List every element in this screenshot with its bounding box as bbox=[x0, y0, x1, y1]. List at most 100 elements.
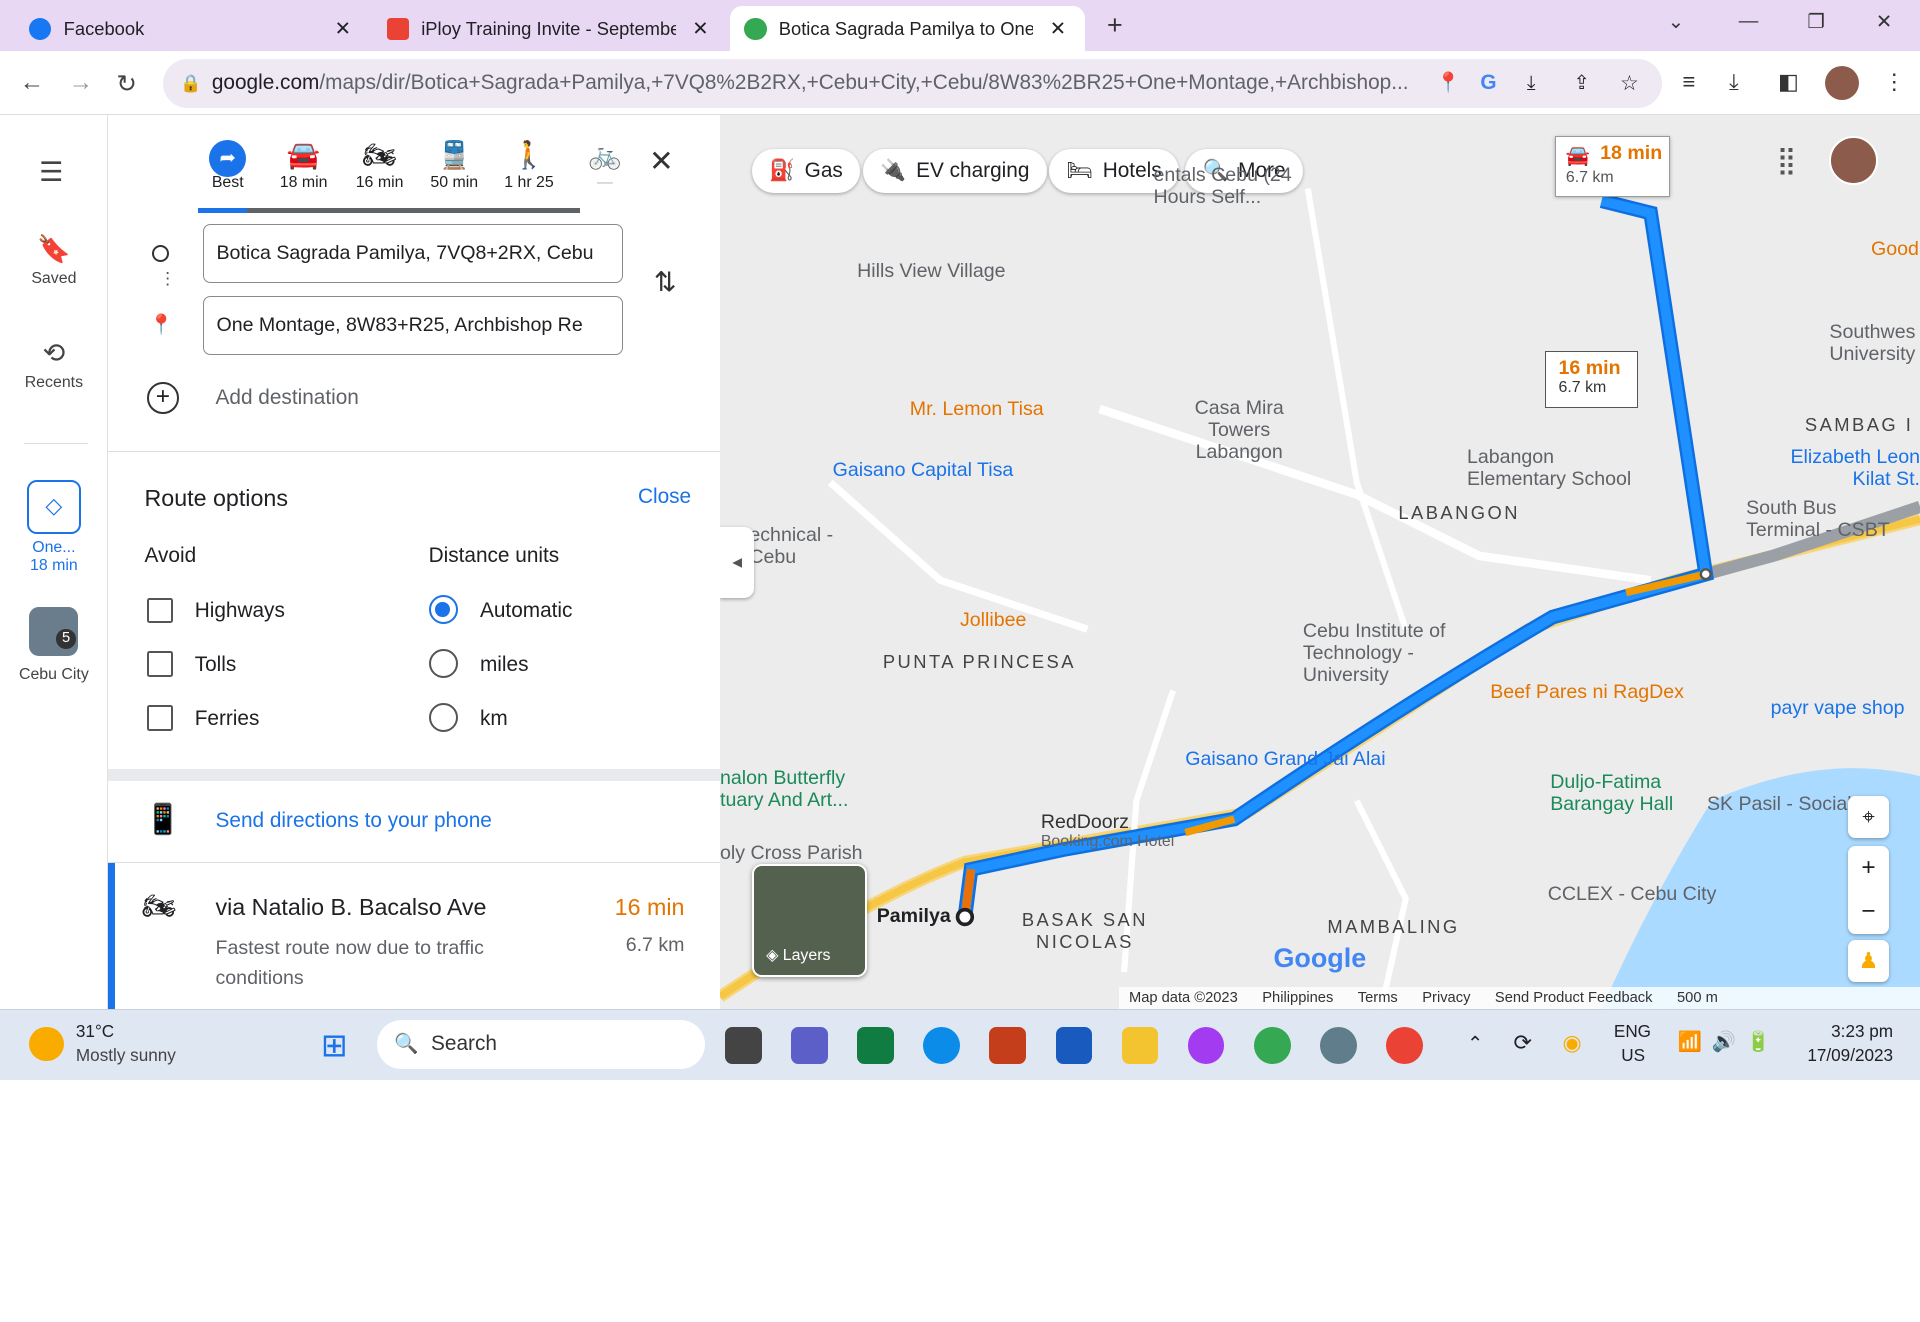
close-icon[interactable]: ✕ bbox=[331, 17, 355, 41]
poi-holy-cross[interactable]: oly Cross Parish bbox=[720, 842, 863, 865]
back-icon[interactable]: ← bbox=[20, 69, 44, 97]
zoom-in-button[interactable]: + bbox=[1848, 846, 1890, 890]
miles-radio[interactable] bbox=[428, 648, 458, 679]
chrome-icon[interactable] bbox=[1253, 1027, 1291, 1064]
excel-icon[interactable] bbox=[857, 1027, 894, 1064]
volume-icon[interactable]: 🔊 bbox=[1712, 1030, 1736, 1054]
collapse-panel-button[interactable]: ◂ bbox=[720, 526, 755, 598]
add-destination-link[interactable]: Add destination bbox=[216, 386, 359, 410]
clock-time[interactable]: 3:23 pm bbox=[1800, 1021, 1893, 1042]
mode-walk[interactable]: 🚶 1 hr 25 bbox=[495, 137, 564, 192]
pegman-icon[interactable]: ♟ bbox=[1847, 940, 1890, 983]
poi-sk-pasil[interactable]: SK Pasil - Social bbox=[1707, 793, 1852, 816]
region-label[interactable]: US bbox=[1621, 1045, 1645, 1066]
route-callout-car[interactable]: 🚘 18 min 6.7 km bbox=[1555, 135, 1671, 198]
restore-button[interactable]: ❐ bbox=[1807, 10, 1825, 34]
wifi-icon[interactable]: 📶 bbox=[1678, 1030, 1702, 1054]
region-link[interactable]: Philippines bbox=[1262, 987, 1333, 1009]
weather-desc[interactable]: Mostly sunny bbox=[76, 1045, 176, 1066]
poi-technical[interactable]: echnical - Cebu bbox=[749, 524, 859, 568]
layers-button[interactable]: ◈ Layers bbox=[751, 864, 867, 978]
new-tab-button[interactable]: + bbox=[1107, 10, 1123, 41]
poi-cit-university[interactable]: Cebu Institute of Technology - Universit… bbox=[1303, 620, 1462, 686]
feedback-link[interactable]: Send Product Feedback bbox=[1495, 987, 1653, 1009]
tab-gmail[interactable]: iPloy Training Invite - September ✕ bbox=[372, 6, 727, 51]
close-icon[interactable]: ✕ bbox=[1046, 17, 1070, 41]
apps-grid-icon[interactable]: ⣿ bbox=[1762, 136, 1811, 185]
tab-facebook[interactable]: Facebook ✕ bbox=[15, 6, 370, 51]
poi-labangon-school[interactable]: Labangon Elementary School bbox=[1467, 446, 1651, 490]
menu-kebab-icon[interactable]: ⋮ bbox=[1883, 69, 1905, 95]
address-bar[interactable]: 🔒 google.com/maps/dir/Botica+Sagrada+Pam… bbox=[162, 58, 1662, 108]
poi-gaisano-grand[interactable]: Gaisano Grand Jai Alai bbox=[1185, 748, 1385, 771]
media-icon[interactable]: ≡ bbox=[1682, 69, 1695, 95]
privacy-link[interactable]: Privacy bbox=[1422, 987, 1470, 1009]
poi-reddoorz[interactable]: RedDoorz bbox=[1041, 811, 1129, 834]
battery-icon[interactable]: 🔋 bbox=[1746, 1030, 1770, 1054]
close-window-button[interactable]: ✕ bbox=[1876, 10, 1892, 34]
highways-checkbox[interactable] bbox=[146, 597, 173, 624]
zoom-out-button[interactable]: − bbox=[1848, 890, 1890, 934]
chip-ev-charging[interactable]: 🔌 EV charging bbox=[863, 149, 1047, 194]
weather-temp[interactable]: 31°C bbox=[76, 1021, 114, 1042]
windows-start-icon[interactable]: ⊞ bbox=[321, 1027, 358, 1064]
hamburger-menu-icon[interactable]: ☰ bbox=[39, 157, 63, 188]
km-radio[interactable] bbox=[428, 702, 458, 733]
norton-icon[interactable]: ◉ bbox=[1562, 1030, 1581, 1056]
poi-cclex[interactable]: CCLEX - Cebu City bbox=[1548, 883, 1717, 906]
forward-icon[interactable]: → bbox=[69, 69, 93, 97]
mode-car[interactable]: 🚘 18 min bbox=[269, 137, 338, 192]
poi-duljo-fatima[interactable]: Duljo-Fatima Barangay Hall bbox=[1550, 771, 1685, 815]
tab-maps[interactable]: Botica Sagrada Pamilya to One M ✕ bbox=[729, 6, 1085, 52]
swap-icon[interactable]: ⇅ bbox=[654, 267, 677, 298]
file-explorer-icon[interactable] bbox=[1121, 1027, 1159, 1064]
bookmark-star-icon[interactable]: ☆ bbox=[1620, 71, 1639, 96]
ferries-checkbox[interactable] bbox=[146, 705, 173, 731]
map-canvas[interactable]: ⛽ Gas 🔌 EV charging 🛏 Hotels 🔍 More 🚘 18 min… bbox=[720, 115, 1920, 1009]
messenger-icon[interactable] bbox=[1187, 1027, 1225, 1064]
poi-butterfly[interactable]: nalon Butterfly tuary And Art... bbox=[720, 767, 861, 811]
poi-casa-mira[interactable]: Casa Mira Towers Labangon bbox=[1166, 397, 1313, 463]
word-icon[interactable] bbox=[1055, 1027, 1093, 1064]
recent-city-button[interactable]: 5 Cebu City bbox=[0, 607, 108, 684]
terms-link[interactable]: Terms bbox=[1358, 987, 1398, 1009]
share-icon[interactable]: ⇪ bbox=[1573, 71, 1589, 95]
route-card[interactable]: 🏍 via Natalio B. Bacalso Ave 16 min Fast… bbox=[107, 863, 720, 1009]
route-callout-motorcycle[interactable]: 16 min 6.7 km bbox=[1545, 351, 1639, 408]
edge-icon[interactable] bbox=[923, 1027, 960, 1064]
poi-elizabeth[interactable]: Elizabeth Leon Kilat St. bbox=[1785, 446, 1920, 490]
recent-route-button[interactable]: ◇ One... 18 min bbox=[0, 479, 108, 575]
powerpoint-icon[interactable] bbox=[989, 1027, 1027, 1064]
mode-motorcycle[interactable]: 🏍 16 min bbox=[345, 137, 414, 192]
mode-best[interactable]: ➦ Best bbox=[193, 137, 262, 192]
chevron-up-icon[interactable]: ⌃ bbox=[1467, 1032, 1483, 1056]
tolls-checkbox[interactable] bbox=[146, 651, 173, 678]
settings-gear-icon[interactable] bbox=[1320, 1027, 1357, 1064]
minimize-button[interactable]: — bbox=[1739, 10, 1759, 33]
account-avatar[interactable] bbox=[1829, 135, 1879, 185]
mode-transit[interactable]: 🚆 50 min bbox=[420, 137, 489, 192]
poi-gaisano-tisa[interactable]: Gaisano Capital Tisa bbox=[833, 459, 1014, 482]
scale-label[interactable]: 500 m bbox=[1677, 987, 1718, 1009]
poi-south-bus-terminal[interactable]: South Bus Terminal - CSBT bbox=[1746, 497, 1905, 541]
install-icon[interactable]: ⤓ bbox=[1527, 72, 1536, 95]
chip-gas[interactable]: ⛽ Gas bbox=[751, 149, 860, 194]
poi-good-c[interactable]: Good C bbox=[1871, 238, 1920, 261]
recents-button[interactable]: ⟲ Recents bbox=[0, 338, 108, 392]
origin-input[interactable]: Botica Sagrada Pamilya, 7VQ8+2RX, Cebu bbox=[203, 224, 624, 283]
close-directions-icon[interactable]: ✕ bbox=[649, 144, 674, 179]
clock-date[interactable]: 17/09/2023 bbox=[1790, 1045, 1893, 1066]
chrome-profile-icon[interactable] bbox=[1386, 1027, 1423, 1064]
location-icon[interactable]: 📍 bbox=[1436, 71, 1460, 95]
task-view-icon[interactable] bbox=[724, 1027, 762, 1064]
add-icon[interactable]: + bbox=[146, 382, 179, 414]
download-icon[interactable]: ⤓ bbox=[1729, 69, 1739, 95]
side-panel-icon[interactable]: ◧ bbox=[1778, 69, 1799, 95]
saved-button[interactable]: 🔖 Saved bbox=[0, 233, 108, 288]
destination-input[interactable]: One Montage, 8W83+R25, Archbishop Re bbox=[203, 296, 624, 356]
profile-avatar[interactable] bbox=[1824, 66, 1859, 101]
poi-southwestern[interactable]: Southwes University bbox=[1829, 321, 1920, 365]
automatic-radio[interactable] bbox=[428, 595, 458, 625]
poi-beef-pares[interactable]: Beef Pares ni RagDex bbox=[1490, 681, 1684, 704]
reload-icon[interactable]: ↻ bbox=[116, 69, 137, 99]
